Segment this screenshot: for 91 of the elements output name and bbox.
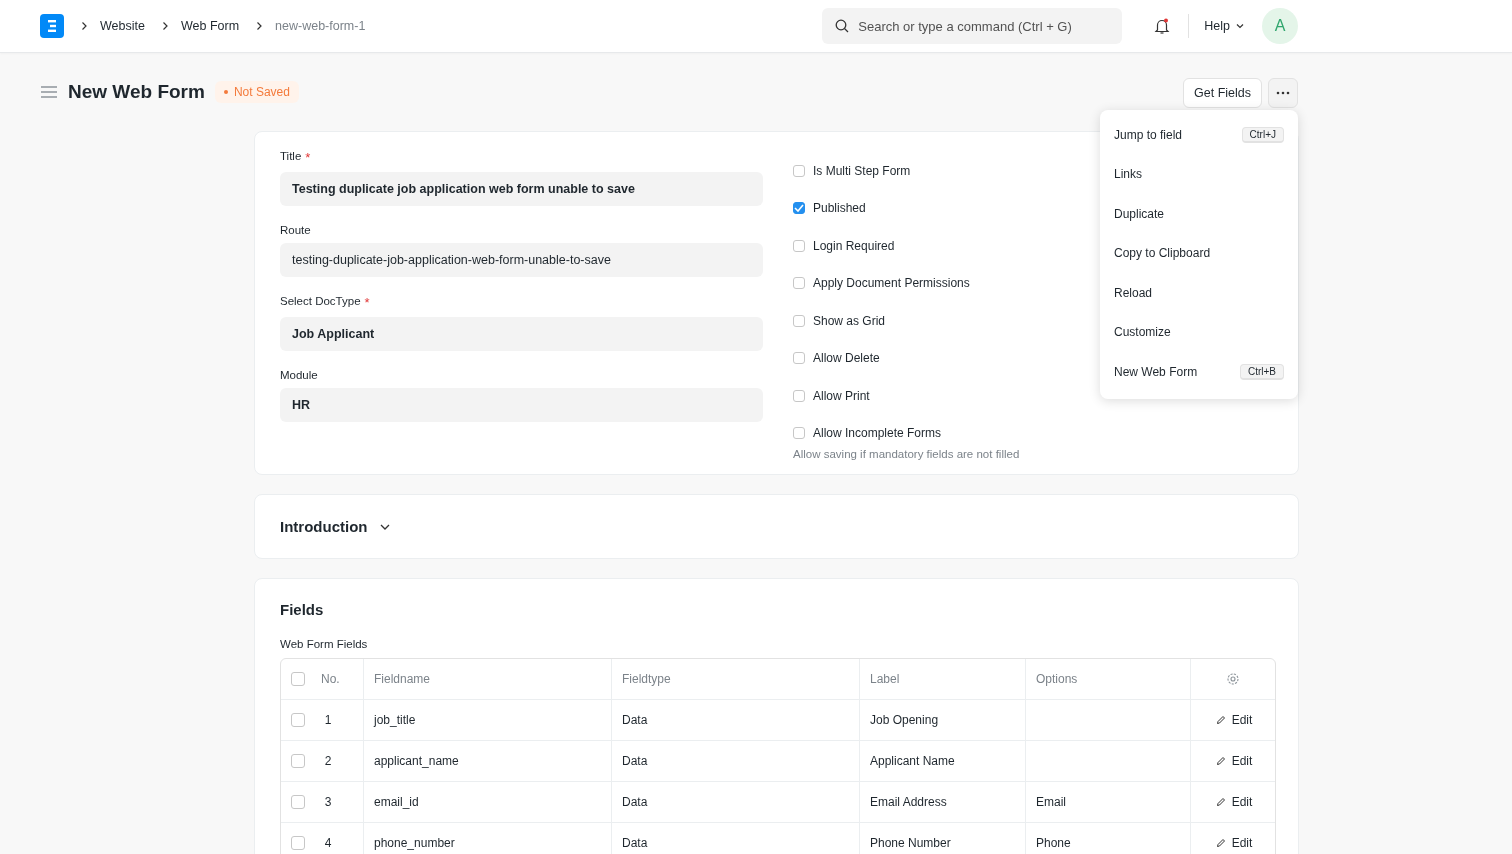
table-cell: Data [622,713,648,727]
row-number: 4 [323,836,333,850]
menu-item[interactable]: Duplicate [1100,194,1298,234]
input-field[interactable]: Job Applicant [280,317,763,351]
checkbox-label: Apply Document Permissions [813,276,970,291]
chevron-down-icon [1235,21,1245,31]
table-cell: Phone Number [870,836,951,850]
edit-link[interactable]: Edit [1215,713,1253,727]
section-title: Fields [280,601,325,618]
table-cell: Data [622,795,648,809]
checkbox-label: Login Required [813,238,895,253]
field-label: Title [280,150,302,164]
input-field[interactable]: testing-duplicate-job-application-web-form-unable-to-save [280,243,763,277]
table-label: Web Form Fields [280,638,369,650]
menu-item[interactable]: Copy to Clipboard [1100,233,1298,273]
gear-icon [1226,672,1240,686]
table-cell: Data [622,836,648,850]
shortcut-key: Ctrl+B [1239,363,1284,380]
get-fields-button[interactable]: Get Fields [1183,78,1262,108]
checkbox[interactable] [793,352,805,365]
checkbox[interactable] [793,314,805,327]
edit-link[interactable]: Edit [1215,795,1253,809]
table-cell: Data [622,754,648,768]
table-cell: Job Opening [870,713,939,727]
checkbox[interactable] [793,277,805,290]
pencil-icon [1215,756,1226,766]
menu-item[interactable]: Customize [1100,312,1298,352]
checkbox[interactable] [291,713,305,727]
row-number: 1 [323,713,333,727]
search-icon [835,19,850,33]
menu-item[interactable]: Jump to field Ctrl+J [1100,115,1298,155]
row-number: 3 [323,795,333,809]
table-cell: Applicant Name [870,754,955,768]
more-options-button[interactable] [1268,78,1298,108]
column-header: Fieldtype [611,659,859,699]
edit-link[interactable]: Edit [1215,836,1253,850]
menu-icon [40,85,58,99]
column-header: Options [1025,659,1190,699]
input-field[interactable]: Testing duplicate job application web form unable to save [280,172,763,206]
checkbox-label: Allow Delete [813,351,880,366]
required-mark: * [364,295,370,310]
help-text: Allow saving if mandatory fields are not filled [793,448,1021,460]
checkbox[interactable] [291,754,305,768]
pencil-icon [1215,797,1226,807]
row-number: 2 [323,754,333,768]
checkbox[interactable] [793,239,805,252]
checkbox[interactable] [793,427,805,440]
checkbox-label: Allow Print [813,388,870,403]
help-menu-button[interactable]: Help [1204,19,1245,33]
checkbox[interactable] [291,672,305,686]
search-field[interactable]: Search or type a command (Ctrl + G) [822,8,1123,44]
checkbox-label: Published [813,201,866,216]
pencil-icon [1215,715,1226,725]
column-header: No. [321,672,340,686]
menu-item[interactable]: Reload [1100,273,1298,313]
checkbox[interactable] [291,836,305,850]
dots-icon [1276,91,1290,95]
checkmark-icon [794,204,804,213]
status-indicator: Not Saved [214,81,299,103]
field-label: Route [280,224,311,236]
shortcut-key: Ctrl+J [1241,126,1284,143]
checkbox[interactable] [291,795,305,809]
page-title: New Web Form [68,81,205,103]
checkbox[interactable] [793,389,805,402]
table-cell: email_id [374,795,419,809]
pencil-icon [1215,838,1226,848]
logo-icon [40,14,64,38]
table-cell: job_title [374,713,416,727]
menu-item[interactable]: New Web Form Ctrl+B [1100,352,1298,392]
column-header: Label [859,659,1025,699]
table-cell: Email [1036,795,1066,809]
checkbox[interactable] [793,164,805,177]
table-cell: phone_number [374,836,455,850]
breadcrumb-link[interactable]: Web Form [180,19,240,33]
required-mark: * [305,150,311,165]
breadcrumb-link[interactable]: new-web-form-1 [275,19,366,33]
checkbox-label: Is Multi Step Form [813,163,911,178]
input-field[interactable]: HR [280,388,763,422]
menu-item[interactable]: Links [1100,154,1298,194]
checkbox-label: Allow Incomplete Forms [813,426,942,441]
table-cell: Email Address [870,795,947,809]
table-cell: applicant_name [374,754,459,768]
column-header: Fieldname [363,659,611,699]
section-toggle[interactable]: Introduction [280,518,392,535]
table-cell: Phone [1036,836,1071,850]
checkbox[interactable] [793,202,805,215]
field-label: Module [280,369,318,381]
field-label: Select DocType [280,295,361,309]
breadcrumb-link[interactable]: Website [100,19,145,33]
checkbox-label: Show as Grid [813,313,886,328]
edit-link[interactable]: Edit [1215,754,1253,768]
